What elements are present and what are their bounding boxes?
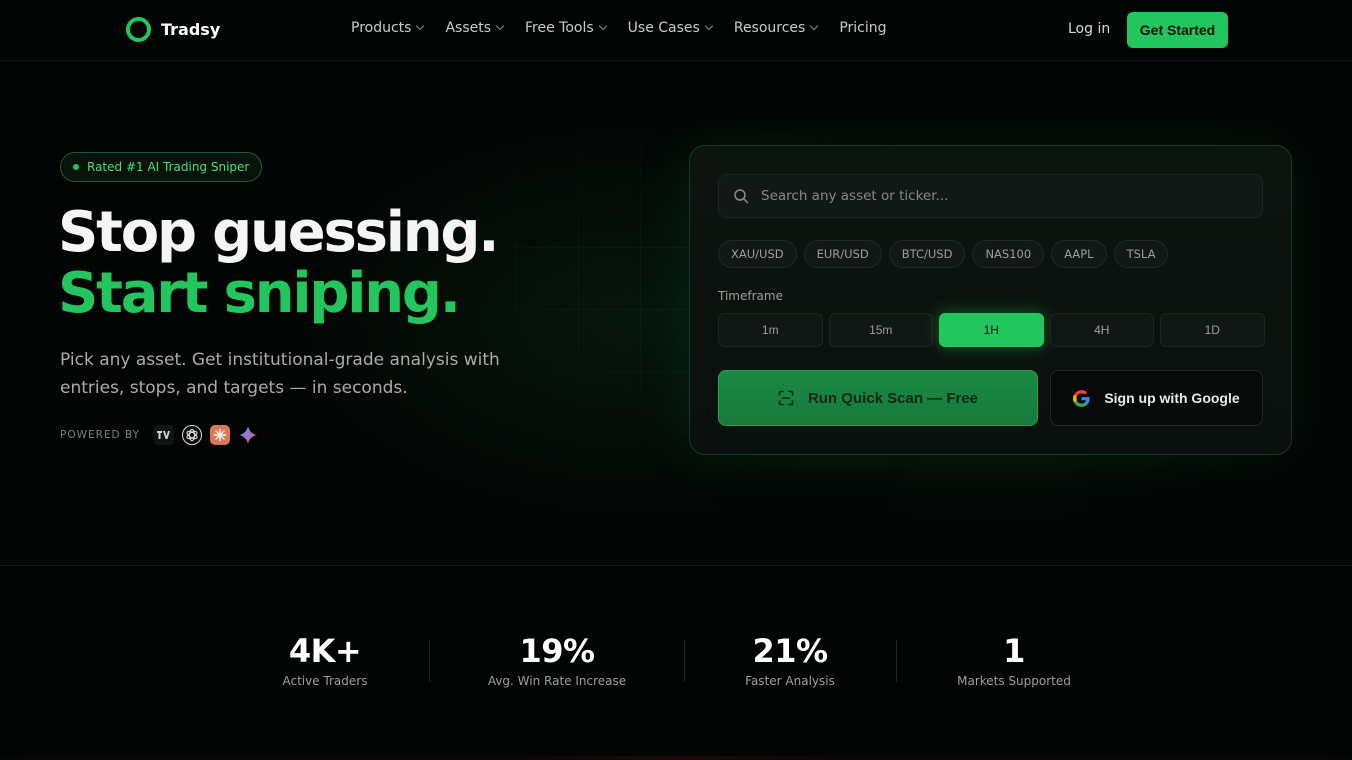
stat-label: Avg. Win Rate Increase [487, 674, 627, 688]
stat-value: 19% [519, 632, 595, 670]
login-link[interactable]: Log in [1068, 21, 1110, 37]
chevron-down-icon [704, 21, 714, 31]
google-icon [1073, 389, 1090, 407]
menu-item-use-cases[interactable]: Use Cases [627, 20, 714, 36]
chevron-down-icon [416, 21, 425, 31]
main-menu: Products Assets Free Tools Use Cases Res… [351, 20, 909, 36]
chevron-down-icon [495, 21, 505, 31]
stat-label: Faster Analysis [745, 674, 835, 688]
timeframe-option[interactable]: 1D [1160, 313, 1265, 347]
stat-win-rate: 19% Avg. Win Rate Increase [482, 632, 632, 688]
asset-chip[interactable]: EUR/USD [803, 240, 882, 268]
claude-icon [210, 425, 231, 445]
menu-label: Use Cases [627, 20, 700, 36]
timeframe-selector: 1m 15m 1H 4H 1D [718, 313, 1265, 347]
stat-markets-supported: 1 Markets Supported [949, 632, 1079, 688]
asset-chip[interactable]: TSLA [1113, 240, 1169, 268]
search-icon [734, 189, 749, 204]
gemini-icon [238, 425, 258, 445]
section-divider [0, 565, 1352, 566]
stat-faster-analysis: 21% Faster Analysis [735, 632, 845, 688]
menu-item-resources[interactable]: Resources [733, 20, 819, 36]
menu-label: Resources [733, 20, 806, 36]
timeframe-option[interactable]: 4H [1049, 313, 1154, 347]
headline-line-2: Start sniping. [58, 261, 461, 326]
brand-logo[interactable]: Tradsy [126, 17, 220, 42]
run-quick-scan-label: Run Quick Scan — Free [807, 389, 979, 407]
powered-by-label: POWERED BY [60, 429, 141, 441]
stat-active-traders: 4K+ Active Traders [270, 632, 380, 688]
google-signup-label: Sign up with Google [1104, 390, 1240, 406]
menu-item-products[interactable]: Products [351, 20, 425, 36]
timeframe-option[interactable]: 15m [828, 313, 933, 347]
stat-value: 1 [1003, 632, 1025, 670]
bottom-edge [0, 756, 1352, 760]
asset-chip[interactable]: AAPL [1051, 240, 1107, 268]
chevron-down-icon [810, 21, 819, 31]
scan-icon [778, 390, 794, 406]
badge-text: Rated #1 AI Trading Sniper [87, 160, 250, 174]
google-signup-button[interactable]: Sign up with Google [1050, 370, 1263, 426]
asset-search[interactable] [718, 174, 1263, 218]
menu-label: Assets [445, 20, 492, 36]
powered-by: POWERED BY [60, 425, 258, 445]
stat-label: Active Traders [282, 674, 368, 688]
stat-divider [429, 640, 430, 682]
stat-divider [684, 640, 685, 682]
timeframe-label: Timeframe [718, 289, 783, 303]
logo-icon [126, 17, 151, 42]
stat-label: Markets Supported [957, 674, 1071, 688]
stat-value: 21% [752, 632, 828, 670]
stat-value: 4K+ [288, 632, 362, 670]
menu-item-free-tools[interactable]: Free Tools [525, 20, 607, 36]
headline-line-1: Stop guessing. [58, 200, 500, 265]
menu-label: Products [351, 20, 412, 36]
quick-scan-panel: XAU/USD EUR/USD BTC/USD NAS100 AAPL TSLA… [689, 145, 1292, 455]
hero-subtitle: Pick any asset. Get institutional-grade … [60, 350, 500, 398]
menu-label: Pricing [839, 20, 887, 36]
tradingview-icon [154, 425, 175, 445]
stat-divider [896, 640, 897, 682]
menu-label: Free Tools [525, 20, 594, 36]
menu-item-pricing[interactable]: Pricing [839, 20, 886, 36]
asset-chip[interactable]: XAU/USD [718, 240, 797, 268]
quick-asset-chips: XAU/USD EUR/USD BTC/USD NAS100 AAPL TSLA [718, 240, 1169, 268]
top-nav: Tradsy Products Assets Free Tools Use Ca… [0, 0, 1352, 61]
chevron-down-icon [598, 21, 607, 31]
brand-name: Tradsy [161, 20, 221, 39]
badge-dot-icon [73, 164, 79, 170]
search-input[interactable] [761, 188, 1262, 204]
asset-chip[interactable]: BTC/USD [888, 240, 966, 268]
menu-item-assets[interactable]: Assets [445, 20, 505, 36]
timeframe-option[interactable]: 1m [718, 313, 823, 347]
openai-icon [182, 425, 203, 445]
rating-badge: Rated #1 AI Trading Sniper [60, 152, 263, 182]
asset-chip[interactable]: NAS100 [972, 240, 1045, 268]
get-started-button[interactable]: Get Started [1127, 12, 1228, 48]
run-quick-scan-button[interactable]: Run Quick Scan — Free [718, 370, 1038, 426]
timeframe-option-selected[interactable]: 1H [939, 313, 1044, 347]
